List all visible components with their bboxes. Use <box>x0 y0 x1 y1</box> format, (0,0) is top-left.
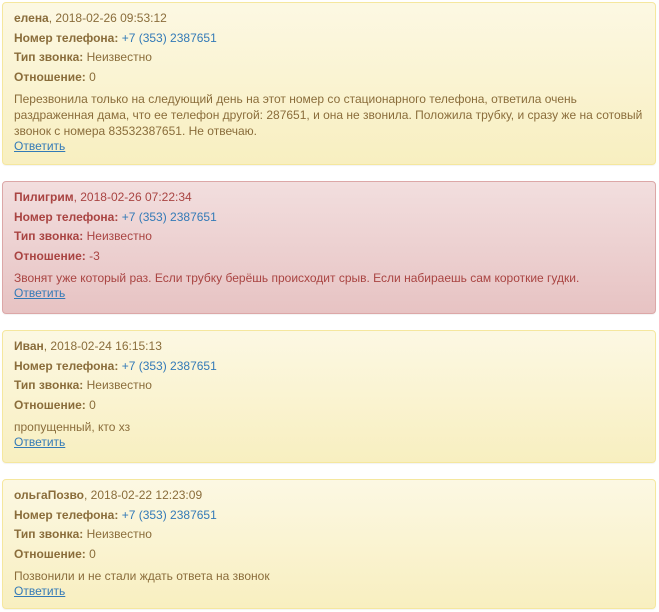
phone-row: Номер телефона: +7 (353) 2387651 <box>14 506 644 526</box>
attitude-row: Отношение: 0 <box>14 396 644 416</box>
reply-link[interactable]: Ответить <box>14 584 644 599</box>
comment-text: Позвонили и не стали ждать ответа на зво… <box>14 569 270 583</box>
comment-author: Иван <box>14 339 44 353</box>
phone-row: Номер телефона: +7 (353) 2387651 <box>14 208 644 228</box>
attitude-label: Отношение: <box>14 69 86 84</box>
call-type-row: Тип звонка: Неизвестно <box>14 525 644 545</box>
call-type-label: Тип звонка: <box>14 50 84 64</box>
call-type-label: Тип звонка: <box>14 229 84 243</box>
phone-row: Номер телефона: +7 (353) 2387651 <box>14 29 644 49</box>
comment-header: Иван, 2018-02-24 16:15:13 <box>14 337 644 357</box>
phone-link[interactable]: +7 (353) 2387651 <box>122 210 217 224</box>
attitude-label: Отношение: <box>14 397 86 412</box>
phone-label: Номер телефона: <box>14 209 119 224</box>
attitude-row: Отношение: 0 <box>14 68 644 88</box>
attitude-row: Отношение: 0 <box>14 545 644 565</box>
comment-author: елена <box>14 11 49 25</box>
comment-header: Пилигрим, 2018-02-26 07:22:34 <box>14 188 644 208</box>
comment-author: ольгаПозво <box>14 488 85 502</box>
comment-text: Звонят уже который раз. Если трубку берё… <box>14 271 580 285</box>
comments-list: елена, 2018-02-26 09:53:12 Номер телефон… <box>0 0 659 612</box>
comment-datetime: , 2018-02-24 16:15:13 <box>43 339 162 353</box>
comment-text: Перезвонила только на следующий день на … <box>14 92 643 138</box>
call-type-value: Неизвестно <box>86 50 152 64</box>
comment-datetime: , 2018-02-22 12:23:09 <box>84 488 203 502</box>
comment-card: елена, 2018-02-26 09:53:12 Номер телефон… <box>2 2 656 165</box>
attitude-value: 0 <box>89 397 96 412</box>
comment-datetime: , 2018-02-26 07:22:34 <box>73 190 192 204</box>
comment-header: елена, 2018-02-26 09:53:12 <box>14 9 644 29</box>
phone-label: Номер телефона: <box>14 30 119 45</box>
call-type-value: Неизвестно <box>86 527 152 541</box>
attitude-label: Отношение: <box>14 546 86 561</box>
comment-author: Пилигрим <box>14 190 74 204</box>
phone-label: Номер телефона: <box>14 358 119 373</box>
phone-label: Номер телефона: <box>14 507 119 522</box>
comment-header: ольгаПозво, 2018-02-22 12:23:09 <box>14 486 644 506</box>
call-type-row: Тип звонка: Неизвестно <box>14 376 644 396</box>
call-type-row: Тип звонка: Неизвестно <box>14 48 644 68</box>
phone-link[interactable]: +7 (353) 2387651 <box>122 508 217 522</box>
reply-link[interactable]: Ответить <box>14 286 644 301</box>
phone-link[interactable]: +7 (353) 2387651 <box>122 31 217 45</box>
phone-link[interactable]: +7 (353) 2387651 <box>122 359 217 373</box>
comment-text: пропущенный, кто хз <box>14 420 131 434</box>
attitude-value: -3 <box>89 248 100 263</box>
comment-card: Иван, 2018-02-24 16:15:13 Номер телефона… <box>2 330 656 463</box>
comment-card: Пилигрим, 2018-02-26 07:22:34 Номер теле… <box>2 181 656 314</box>
comment-datetime: , 2018-02-26 09:53:12 <box>48 11 167 25</box>
reply-link[interactable]: Ответить <box>14 139 644 154</box>
call-type-label: Тип звонка: <box>14 527 84 541</box>
attitude-value: 0 <box>89 546 96 561</box>
reply-link[interactable]: Ответить <box>14 435 644 450</box>
call-type-row: Тип звонка: Неизвестно <box>14 227 644 247</box>
attitude-row: Отношение: -3 <box>14 247 644 267</box>
call-type-value: Неизвестно <box>86 378 152 392</box>
call-type-label: Тип звонка: <box>14 378 84 392</box>
attitude-label: Отношение: <box>14 248 86 263</box>
attitude-value: 0 <box>89 69 96 84</box>
call-type-value: Неизвестно <box>86 229 152 243</box>
phone-row: Номер телефона: +7 (353) 2387651 <box>14 357 644 377</box>
comment-card: ольгаПозво, 2018-02-22 12:23:09 Номер те… <box>2 479 656 609</box>
